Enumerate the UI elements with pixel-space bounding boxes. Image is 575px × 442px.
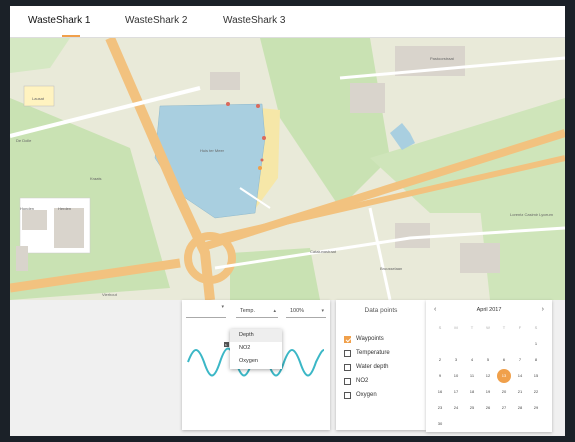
calendar-day[interactable]: 28 (513, 401, 527, 415)
app-frame: WasteShark 1 WasteShark 2 WasteShark 3 L… (10, 6, 565, 436)
data-points-panel: Data points Waypoints Temperature Water … (336, 300, 426, 430)
calendar-day[interactable]: 4 (465, 353, 479, 367)
map-label: Pastoorstraat (430, 56, 455, 61)
data-points-title: Data points (364, 307, 398, 314)
map-label: Catalunastraat (310, 249, 337, 254)
calendar-day[interactable]: 7 (513, 353, 527, 367)
sensor-chart-panel: ▾ Temp. ▴ 100% ▾ 6 Depth NO2 Oxygen (182, 300, 330, 430)
checkbox-label: Temperature (356, 350, 390, 356)
calendar-header: ‹ April 2017 › (426, 306, 552, 317)
calendar-day[interactable]: 10 (449, 369, 463, 383)
dropdown-item-no2[interactable]: NO2 (230, 342, 282, 355)
oxygen-checkbox[interactable] (344, 392, 351, 399)
dropdown-item-oxygen[interactable]: Oxygen (230, 355, 282, 368)
dropdown-item-depth[interactable]: Depth (230, 329, 282, 342)
next-month-icon[interactable]: › (542, 306, 544, 313)
selected-day[interactable]: 13 (497, 369, 511, 383)
weekday-label: F (518, 325, 522, 330)
calendar-day[interactable]: 8 (529, 353, 543, 367)
calendar-day[interactable]: 18 (465, 385, 479, 399)
no2-checkbox[interactable] (344, 378, 351, 385)
map-label: Kraats (90, 176, 102, 181)
metric-dropdown-menu: Depth NO2 Oxygen (230, 329, 282, 369)
calendar-day[interactable]: 2 (433, 353, 447, 367)
calendar-day[interactable]: 30 (433, 417, 447, 431)
checkbox-label: Waypoints (356, 336, 384, 342)
calendar-day[interactable]: 5 (481, 353, 495, 367)
map-label: Honden (20, 206, 34, 211)
date-picker-panel: ‹ April 2017 › S M T W T F S 1 2 3 4 5 6 7 8 9 10 11 12 13 1… (426, 300, 552, 432)
calendar-day[interactable]: 27 (497, 401, 511, 415)
map-label: Vierhout (102, 292, 118, 297)
calendar-day[interactable]: 1 (529, 337, 543, 351)
calendar-day[interactable]: 9 (433, 369, 447, 383)
weekday-label: T (470, 325, 474, 330)
tab-bar: WasteShark 1 WasteShark 2 WasteShark 3 (10, 6, 565, 38)
tab-wasteshark-2[interactable]: WasteShark 2 (125, 15, 187, 26)
active-tab-indicator (62, 35, 80, 37)
map-label: De Dolle (16, 138, 32, 143)
calendar-day[interactable]: 26 (481, 401, 495, 415)
calendar-day[interactable]: 14 (513, 369, 527, 383)
calendar-day[interactable]: 24 (449, 401, 463, 415)
calendar-day[interactable]: 19 (481, 385, 495, 399)
waypoints-checkbox[interactable] (344, 336, 351, 343)
calendar-day[interactable]: 29 (529, 401, 543, 415)
calendar-day[interactable]: 16 (433, 385, 447, 399)
temperature-checkbox[interactable] (344, 350, 351, 357)
map-canvas: Lausat De Dolle Kraats Honden Herden Hui… (10, 38, 565, 300)
map-label: Bruusselaan (380, 266, 402, 271)
weekday-label: S (438, 325, 442, 330)
calendar-day[interactable]: 21 (513, 385, 527, 399)
map-label: Lorentz Casimir Lyceum (510, 212, 554, 217)
calendar-day[interactable]: 22 (529, 385, 543, 399)
map-label: Lausat (32, 96, 45, 101)
checkbox-label: Oxygen (356, 392, 377, 398)
calendar-day[interactable]: 12 (481, 369, 495, 383)
calendar-day[interactable]: 3 (449, 353, 463, 367)
weekday-label: S (534, 325, 538, 330)
calendar-month-title: April 2017 (476, 307, 502, 313)
weekday-label: M (454, 325, 458, 330)
calendar-day[interactable]: 25 (465, 401, 479, 415)
map-view[interactable]: Lausat De Dolle Kraats Honden Herden Hui… (10, 38, 565, 300)
calendar-day[interactable]: 20 (497, 385, 511, 399)
weekday-label: W (486, 325, 490, 330)
water-depth-checkbox[interactable] (344, 364, 351, 371)
calendar-day[interactable]: 11 (465, 369, 479, 383)
calendar-day[interactable]: 17 (449, 385, 463, 399)
calendar-day[interactable]: 23 (433, 401, 447, 415)
tab-wasteshark-3[interactable]: WasteShark 3 (223, 15, 285, 26)
map-label: Herden (58, 206, 71, 211)
map-label: Huis ter Meer (200, 148, 225, 153)
calendar-day[interactable]: 6 (497, 353, 511, 367)
calendar-day[interactable]: 15 (529, 369, 543, 383)
checkbox-label: NO2 (356, 378, 369, 384)
checkbox-label: Water depth (356, 364, 389, 370)
weekday-label: T (502, 325, 506, 330)
tab-wasteshark-1[interactable]: WasteShark 1 (28, 15, 90, 26)
